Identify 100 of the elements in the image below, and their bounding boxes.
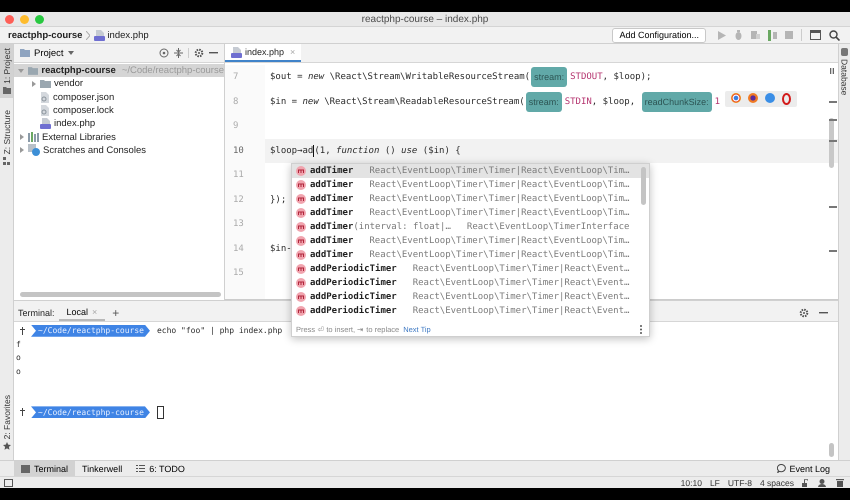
tool-window-tab[interactable]: Tinkerwell [75, 461, 130, 476]
window-title: reactphp-course – index.php [362, 14, 488, 24]
status-item[interactable]: 4 spaces [760, 478, 794, 488]
completion-item[interactable]: addTimer React\EventLoop\Timer\Timer|React\EventLoop\Tim… [292, 206, 649, 220]
folder-icon [2, 86, 10, 94]
tree-row[interactable]: composer.lock [14, 104, 224, 118]
line-number: 12 [233, 194, 244, 205]
status-item[interactable]: LF [710, 478, 720, 488]
code-text: \React\Stream\ReadableResourceStream( [323, 96, 525, 107]
tree-item-label: vendor [54, 78, 84, 90]
tool-window-tab[interactable]: 2: Favorites [0, 390, 13, 454]
completion-item[interactable]: addPeriodicTimer React\EventLoop\Timer\Timer|React\Event… [292, 304, 649, 318]
collapse-all-icon[interactable] [174, 48, 183, 58]
tree-item-label: composer.json [53, 92, 114, 103]
code-text: , $loop, [592, 96, 636, 107]
config-file-icon [40, 92, 50, 103]
status-item[interactable]: UTF-8 [728, 478, 752, 488]
folder-icon [20, 49, 30, 57]
completion-item[interactable]: addPeriodicTimer React\EventLoop\Timer\Timer|React\Event… [292, 276, 649, 290]
method-icon [296, 278, 306, 288]
collapsed-arrow-icon[interactable] [18, 134, 24, 140]
library-icon [28, 132, 39, 142]
text-cursor [313, 144, 314, 157]
completion-item[interactable]: addPeriodicTimer React\EventLoop\Timer\Timer|React\Event… [292, 262, 649, 276]
user-icon[interactable] [818, 478, 828, 486]
line-number: 13 [233, 219, 244, 230]
settings-icon[interactable] [194, 48, 204, 58]
tool-window-tab[interactable]: 6: TODO [129, 461, 192, 476]
terminal-icon [21, 464, 30, 472]
completion-item[interactable]: addTimer(interval: float|… React\EventLoop\TimerInterface [292, 220, 649, 234]
browser-icon[interactable] [782, 93, 791, 105]
vertical-scrollbar[interactable] [829, 118, 834, 168]
code-text: , $loop); [602, 72, 652, 82]
method-icon [296, 292, 306, 302]
horizontal-scrollbar[interactable] [20, 292, 221, 297]
completion-item[interactable]: addTimer React\EventLoop\Timer\Timer|React\EventLoop\Tim… [292, 234, 649, 248]
session-tab[interactable]: Local × [58, 305, 106, 321]
code-constant: STDIN [564, 96, 592, 107]
tool-window-tab[interactable]: Database [840, 48, 850, 96]
method-icon [296, 166, 306, 176]
method-icon [296, 208, 306, 218]
more-options-icon[interactable] [639, 324, 643, 334]
bug-icon[interactable] [734, 30, 743, 40]
tree-row[interactable]: vendor [14, 77, 224, 91]
tree-row[interactable]: reactphp-course ~/Code/reactphp-course [14, 64, 224, 78]
lock-icon[interactable] [802, 478, 810, 486]
speech-bubble-icon [777, 464, 786, 473]
zoom-button[interactable] [35, 14, 44, 24]
event-log-button[interactable]: Event Log [777, 464, 830, 474]
collapsed-arrow-icon[interactable] [18, 147, 24, 154]
tree-item-label: index.php [54, 118, 96, 130]
prompt-path: ~/Code/reactphp-course [31, 406, 150, 418]
tree-row[interactable]: Scratches and Consoles [14, 144, 224, 158]
completion-item[interactable]: addTimer React\EventLoop\Timer\Timer|React\EventLoop\Tim… [292, 248, 649, 262]
search-icon[interactable] [829, 30, 840, 40]
code-keyword: use [401, 146, 418, 156]
settings-icon[interactable] [799, 308, 809, 318]
code-text: $out = [270, 72, 304, 82]
line-number: 15 [233, 268, 244, 278]
status-item[interactable]: 10:10 [680, 478, 702, 488]
new-tab-button[interactable]: + [109, 306, 122, 320]
tool-window-tab[interactable]: Z: Structure [0, 106, 13, 170]
panel-toggle-icon[interactable] [4, 478, 13, 486]
terminal-title: Terminal: [18, 308, 55, 318]
run-icon[interactable] [718, 30, 726, 40]
tree-item-label: reactphp-course [41, 65, 116, 76]
tree-row[interactable]: composer.json [14, 90, 224, 104]
tree-item-label: Scratches and Consoles [43, 144, 146, 156]
add-configuration-button[interactable]: Add Configuration... [612, 28, 706, 42]
parameter-hint: readChunkSize: [642, 92, 712, 112]
expanded-arrow-icon[interactable] [18, 68, 24, 74]
star-icon [2, 442, 10, 450]
collapsed-arrow-icon[interactable] [30, 80, 36, 87]
breadcrumb[interactable]: reactphp-course [8, 30, 82, 40]
code-text: $in = [270, 96, 298, 107]
tree-item-label: composer.lock [53, 105, 114, 116]
code-text: ($in) { [422, 146, 461, 156]
coverage-icon[interactable] [751, 30, 760, 40]
completion-item[interactable]: addPeriodicTimer React\EventLoop\Timer\Timer|React\Event… [292, 290, 649, 304]
trash-icon[interactable] [836, 478, 844, 487]
vertical-scrollbar[interactable] [641, 167, 646, 205]
code-text: () [384, 146, 397, 156]
breadcrumb[interactable]: index.php [94, 30, 149, 40]
window-icon[interactable] [810, 30, 821, 40]
project-view-selector[interactable]: Project [20, 48, 74, 58]
editor-tab[interactable]: index.php × [225, 44, 302, 62]
locate-icon[interactable] [159, 48, 169, 58]
tool-window-tab[interactable]: 1: Project [0, 44, 13, 98]
tree-row[interactable]: index.php [14, 117, 224, 130]
close-button[interactable] [5, 14, 14, 24]
tool-window-tab[interactable]: Terminal [14, 461, 76, 476]
line-number: 14 [233, 244, 244, 254]
tree-row[interactable]: External Libraries [14, 130, 224, 144]
folder-icon [28, 66, 38, 76]
reader-mode-icon[interactable] [830, 68, 834, 74]
code-keyword: new [302, 96, 319, 107]
vertical-scrollbar[interactable] [829, 443, 834, 457]
completion-item[interactable]: addTimer React\EventLoop\Timer\Timer|React\EventLoop\Tim… [292, 164, 649, 178]
code-text: $in- [270, 244, 292, 254]
prompt-marker-icon [20, 326, 25, 335]
